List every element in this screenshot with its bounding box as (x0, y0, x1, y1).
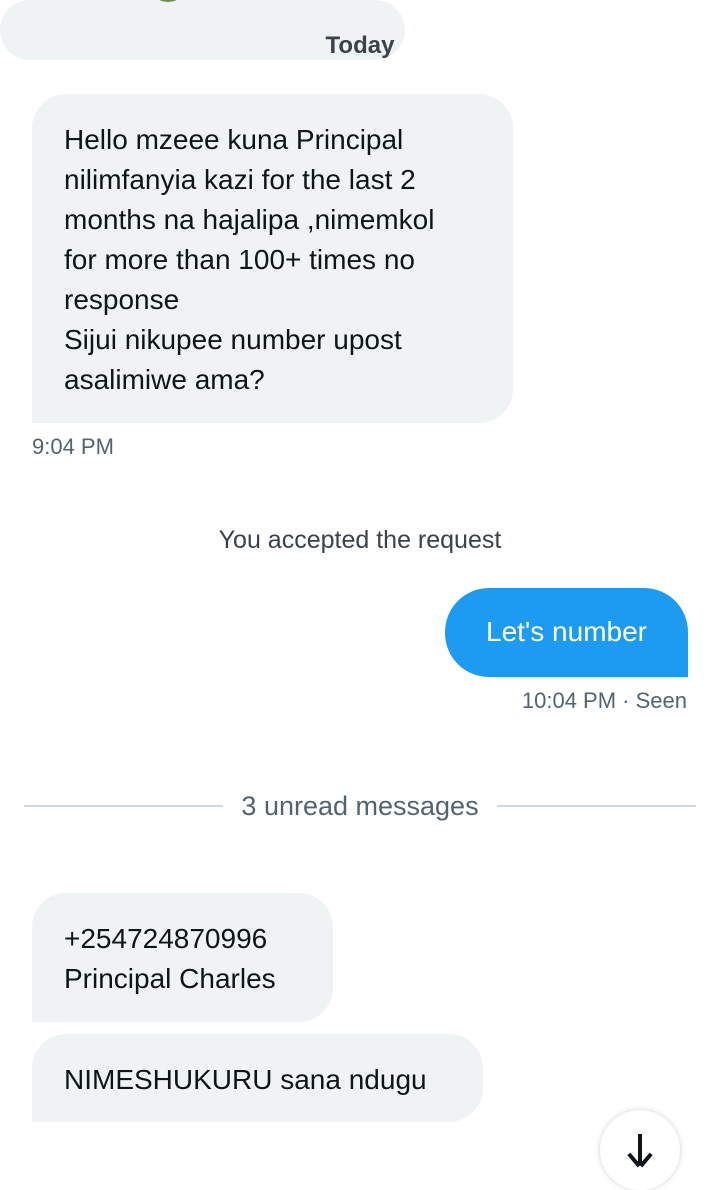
divider-line (496, 805, 696, 807)
unread-count-label: 3 unread messages (241, 790, 479, 821)
message-bubble-incoming[interactable]: Hello mzeee kuna Principal nilimfanyia k… (32, 94, 513, 423)
message-timestamp: 9:04 PM (32, 434, 114, 459)
system-note: You accepted the request (218, 526, 502, 554)
message-timestamp-seen: 10:04 PM · Seen (521, 688, 687, 713)
divider-line (24, 805, 224, 807)
arrow-down-icon (638, 1134, 642, 1164)
message-bubble-outgoing[interactable]: Let's number (445, 588, 688, 677)
scroll-to-bottom-button[interactable] (600, 1110, 680, 1190)
unread-divider: 3 unread messages (24, 786, 696, 826)
message-bubble-incoming[interactable]: NIMESHUKURU sana ndugu (32, 1034, 483, 1122)
message-bubble-incoming[interactable]: +254724870996 Principal Charles (32, 893, 333, 1022)
day-separator: Today (325, 32, 395, 59)
